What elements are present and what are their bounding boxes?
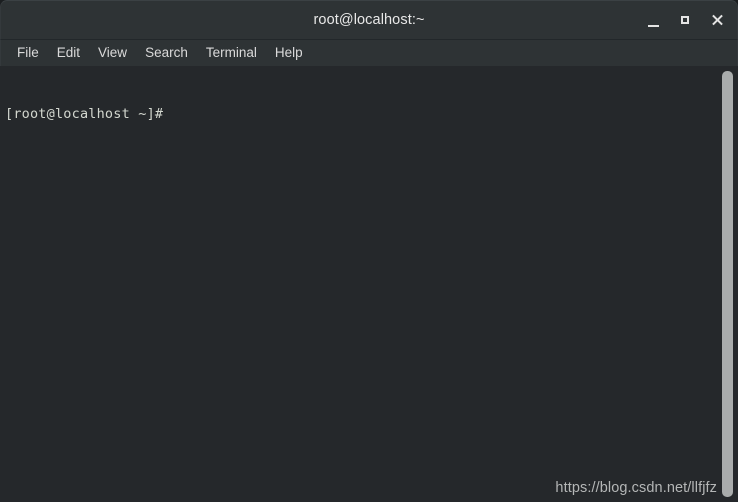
minimize-icon [647,25,659,27]
minimize-button[interactable] [637,5,669,35]
scrollbar-thumb[interactable] [722,71,733,497]
window-title: root@localhost:~ [313,12,425,28]
menu-item-edit[interactable]: Edit [49,43,88,63]
menu-item-file[interactable]: File [9,43,47,63]
window-controls [637,1,733,39]
menu-item-help[interactable]: Help [267,43,311,63]
menu-item-view[interactable]: View [90,43,135,63]
terminal-window: root@localhost:~ File Edit View Search T… [0,0,738,502]
close-icon [711,14,723,26]
terminal-output: [root@localhost ~]# [5,72,716,157]
maximize-icon [681,16,689,24]
maximize-button[interactable] [669,5,701,35]
close-button[interactable] [701,5,733,35]
menu-item-search[interactable]: Search [137,43,196,63]
title-bar[interactable]: root@localhost:~ [0,0,738,39]
terminal-prompt-line: [root@localhost ~]# [5,106,164,122]
watermark-text: https://blog.csdn.net/llfjfz [555,480,717,496]
terminal-scrollbar[interactable] [718,66,738,502]
menu-item-terminal[interactable]: Terminal [198,43,265,63]
terminal-area[interactable]: [root@localhost ~]# https://blog.csdn.ne… [0,66,738,502]
menu-bar: File Edit View Search Terminal Help [0,39,738,66]
